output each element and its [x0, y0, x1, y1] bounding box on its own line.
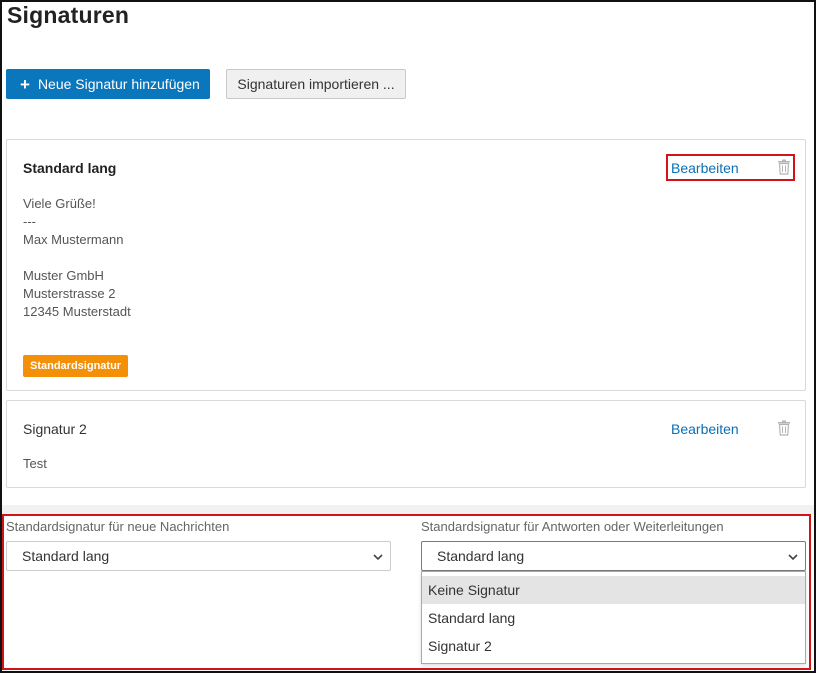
selected-value: Standard lang [22, 548, 110, 564]
option-standard-lang[interactable]: Standard lang [422, 604, 805, 632]
option-signatur-2[interactable]: Signatur 2 [422, 632, 805, 660]
signature-body: Test [23, 455, 47, 473]
signature-line: Musterstrasse 2 [23, 286, 116, 301]
option-keine-signatur[interactable]: Keine Signatur [422, 576, 805, 604]
signature-line: Muster GmbH [23, 268, 104, 283]
edit-signature-link[interactable]: Bearbeiten [671, 160, 739, 176]
replies-select[interactable]: Standard lang [421, 541, 806, 571]
new-messages-label: Standardsignatur für neue Nachrichten [6, 519, 230, 534]
chevron-down-icon [788, 554, 798, 561]
signature-card-standard-lang: Standard lang Bearbeiten Viele Grüße! --… [6, 139, 806, 391]
signature-line: Max Mustermann [23, 232, 124, 247]
import-signatures-button[interactable]: Signaturen importieren ... [226, 69, 406, 99]
signature-body: Viele Grüße! --- Max Mustermann Muster G… [23, 195, 131, 321]
signature-line: 12345 Musterstadt [23, 304, 131, 319]
signature-line [23, 249, 131, 267]
default-signature-badge: Standardsignatur [23, 355, 129, 377]
replies-label: Standardsignatur für Antworten oder Weit… [421, 519, 724, 534]
trash-icon[interactable] [777, 420, 791, 436]
signature-card-signatur-2: Signatur 2 Bearbeiten Test [6, 400, 806, 488]
add-signature-label: Neue Signatur hinzufügen [37, 76, 200, 92]
signature-line: Test [23, 456, 47, 471]
signature-line: Viele Grüße! [23, 196, 96, 211]
add-signature-button[interactable]: + Neue Signatur hinzufügen [6, 69, 210, 99]
trash-icon[interactable] [777, 159, 791, 175]
plus-icon: + [20, 74, 30, 94]
page-title: Signaturen [7, 2, 130, 28]
new-messages-select[interactable]: Standard lang [6, 541, 391, 571]
signature-name: Signatur 2 [23, 421, 87, 437]
signature-name: Standard lang [23, 160, 117, 176]
selected-value: Standard lang [437, 548, 525, 564]
edit-signature-link[interactable]: Bearbeiten [671, 421, 739, 437]
chevron-down-icon [373, 554, 383, 561]
signature-line: --- [23, 214, 36, 229]
replies-dropdown-list: Keine Signatur Standard lang Signatur 2 [421, 571, 806, 664]
